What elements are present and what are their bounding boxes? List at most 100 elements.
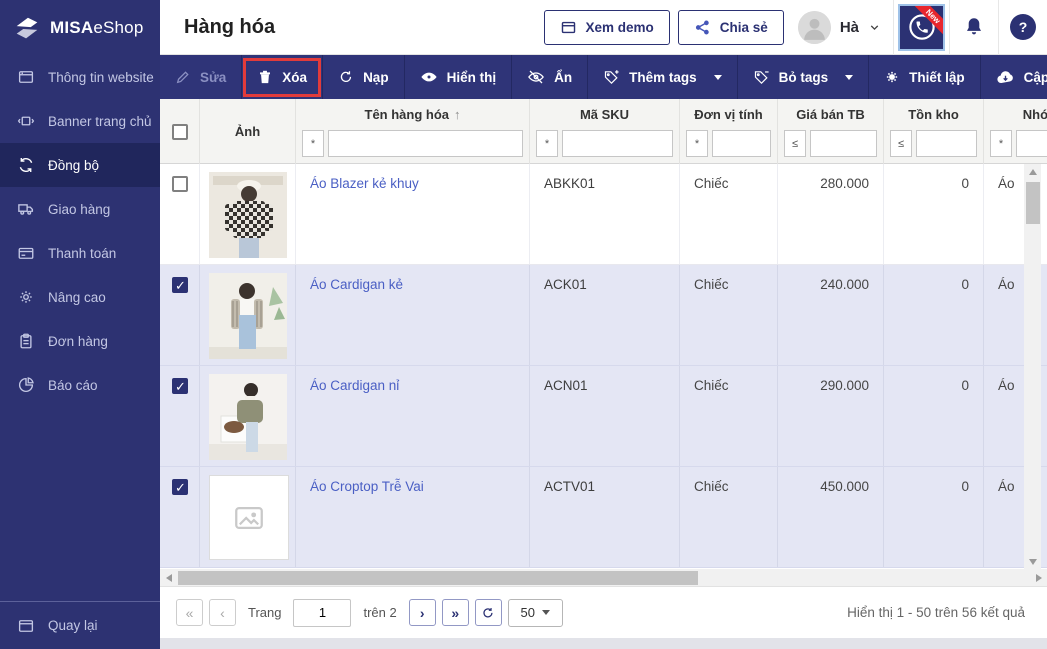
- page-size-select[interactable]: 50: [508, 599, 563, 627]
- next-page-button[interactable]: ›: [409, 599, 436, 626]
- row-checkbox[interactable]: [172, 176, 188, 192]
- sidebar-item-don-hang[interactable]: Đơn hàng: [0, 319, 160, 363]
- eye-icon: [420, 68, 438, 86]
- product-name-link[interactable]: Áo Croptop Trễ Vai: [310, 479, 424, 494]
- unit-cell: Chiếc: [680, 366, 778, 466]
- filter-input-price[interactable]: [810, 130, 877, 157]
- sidebar-back-button[interactable]: Quay lại: [0, 601, 160, 649]
- page-number-input[interactable]: [293, 599, 351, 627]
- sidebar-item-nang-cao[interactable]: Nâng cao: [0, 275, 160, 319]
- product-photo[interactable]: [209, 172, 287, 259]
- unit-cell: Chiếc: [680, 265, 778, 365]
- settings-button[interactable]: Thiết lập: [869, 55, 981, 99]
- filter-cell-group: *: [984, 129, 1047, 164]
- prev-page-button[interactable]: ‹: [209, 599, 236, 626]
- product-photo-placeholder[interactable]: [209, 475, 289, 560]
- trash-icon: [257, 69, 273, 85]
- column-header-nhom-hang[interactable]: Nhóm hàng: [984, 99, 1047, 129]
- sku-cell: ABKK01: [530, 164, 680, 264]
- help-button[interactable]: ?: [998, 0, 1047, 55]
- phone-support-button[interactable]: New: [898, 4, 945, 51]
- page-label: Trang: [248, 605, 281, 620]
- hide-button[interactable]: Ẩn: [512, 55, 588, 99]
- brand-text: MISAeShop: [50, 18, 143, 38]
- table-header: Ảnh Tên hàng hóa ↑ Mã SKU Đơn vị tính Gi…: [160, 99, 1047, 164]
- share-button[interactable]: Chia sẻ: [678, 10, 784, 45]
- notifications-button[interactable]: [949, 0, 998, 55]
- edit-button[interactable]: Sửa: [160, 55, 242, 99]
- product-name-link[interactable]: Áo Cardigan nỉ: [310, 378, 399, 393]
- user-menu[interactable]: Hà: [798, 11, 881, 44]
- remove-tags-button[interactable]: Bỏ tags: [738, 55, 870, 99]
- filter-operator-button[interactable]: *: [686, 130, 708, 157]
- select-all-checkbox[interactable]: [172, 124, 188, 140]
- row-checkbox[interactable]: [172, 479, 188, 495]
- filter-input-stock[interactable]: [916, 130, 977, 157]
- sidebar-item-banner-trang-chu[interactable]: Banner trang chủ: [0, 99, 160, 143]
- horizontal-scrollbar-thumb[interactable]: [178, 571, 698, 585]
- sku-cell: ACK01: [530, 265, 680, 365]
- row-checkbox[interactable]: [172, 378, 188, 394]
- column-header-ton-kho[interactable]: Tồn kho: [884, 99, 984, 129]
- column-header-ma-sku[interactable]: Mã SKU: [530, 99, 680, 129]
- sidebar-item-bao-cao[interactable]: Báo cáo: [0, 363, 160, 407]
- first-page-button[interactable]: «: [176, 599, 203, 626]
- update-from-eshop-button[interactable]: Cập nhật từ eShop: [981, 55, 1047, 99]
- filter-input-sku[interactable]: [562, 130, 673, 157]
- scroll-right-arrow[interactable]: [1030, 569, 1047, 586]
- browser-window-icon: [560, 19, 577, 36]
- row-checkbox[interactable]: [172, 277, 188, 293]
- filter-input-name[interactable]: [328, 130, 523, 157]
- sidebar-item-label: Thông tin website: [48, 70, 154, 85]
- sort-asc-icon: ↑: [454, 107, 461, 122]
- show-button[interactable]: Hiển thị: [405, 55, 513, 99]
- vertical-scrollbar[interactable]: [1024, 164, 1041, 569]
- product-name-link[interactable]: Áo Blazer kẻ khuy: [310, 176, 419, 191]
- misa-logo-icon: [12, 13, 42, 43]
- select-all-cell: [160, 99, 200, 164]
- scroll-down-arrow[interactable]: [1024, 554, 1041, 569]
- column-header-don-vi-tinh[interactable]: Đơn vị tính: [680, 99, 778, 129]
- horizontal-scrollbar[interactable]: [160, 569, 1047, 586]
- add-tags-button[interactable]: Thêm tags: [588, 55, 738, 99]
- eye-off-icon: [527, 68, 545, 86]
- filter-operator-button[interactable]: *: [536, 130, 558, 157]
- filter-cell-price: ≤: [778, 129, 884, 164]
- page-title: Hàng hóa: [184, 16, 275, 39]
- sidebar-item-label: Thanh toán: [48, 246, 116, 261]
- price-cell: 290.000: [778, 366, 884, 466]
- product-photo[interactable]: [209, 374, 287, 461]
- filter-input-group[interactable]: [1016, 130, 1047, 157]
- sidebar-item-thanh-toan[interactable]: Thanh toán: [0, 231, 160, 275]
- sidebar-item-giao-hang[interactable]: Giao hàng: [0, 187, 160, 231]
- delete-button[interactable]: Xóa: [242, 55, 323, 99]
- app-logo[interactable]: MISAeShop: [0, 0, 160, 55]
- last-page-button[interactable]: »: [442, 599, 469, 626]
- sidebar-item-thong-tin-website[interactable]: Thông tin website: [0, 55, 160, 99]
- user-name: Hà: [840, 19, 859, 36]
- filter-operator-button[interactable]: ≤: [890, 130, 912, 157]
- column-header-gia-ban-tb[interactable]: Giá bán TB: [778, 99, 884, 129]
- filter-cell-sku: *: [530, 129, 680, 164]
- view-demo-button[interactable]: Xem demo: [544, 10, 670, 45]
- unit-cell: Chiếc: [680, 467, 778, 567]
- reload-button[interactable]: Nạp: [323, 55, 405, 99]
- filter-operator-button[interactable]: *: [990, 130, 1012, 157]
- sidebar-item-dong-bo[interactable]: Đồng bộ: [0, 143, 160, 187]
- filter-operator-button[interactable]: *: [302, 130, 324, 157]
- filter-input-unit[interactable]: [712, 130, 771, 157]
- table-row: Áo Cardigan nỉ ACN01 Chiếc 290.000 0 Áo: [160, 366, 1047, 467]
- vertical-scrollbar-thumb[interactable]: [1026, 182, 1040, 224]
- product-photo[interactable]: [209, 273, 287, 360]
- column-header-anh[interactable]: Ảnh: [200, 99, 296, 164]
- sidebar-back-label: Quay lại: [48, 618, 98, 633]
- column-header-ten-hang-hoa[interactable]: Tên hàng hóa ↑: [296, 99, 530, 129]
- refresh-icon: [481, 606, 495, 620]
- scroll-up-arrow[interactable]: [1024, 164, 1041, 179]
- refresh-page-button[interactable]: [475, 599, 502, 626]
- scroll-left-arrow[interactable]: [160, 569, 177, 586]
- product-name-link[interactable]: Áo Cardigan kẻ: [310, 277, 403, 292]
- filter-cell-stock: ≤: [884, 129, 984, 164]
- chevron-down-icon: [542, 610, 550, 615]
- filter-operator-button[interactable]: ≤: [784, 130, 806, 157]
